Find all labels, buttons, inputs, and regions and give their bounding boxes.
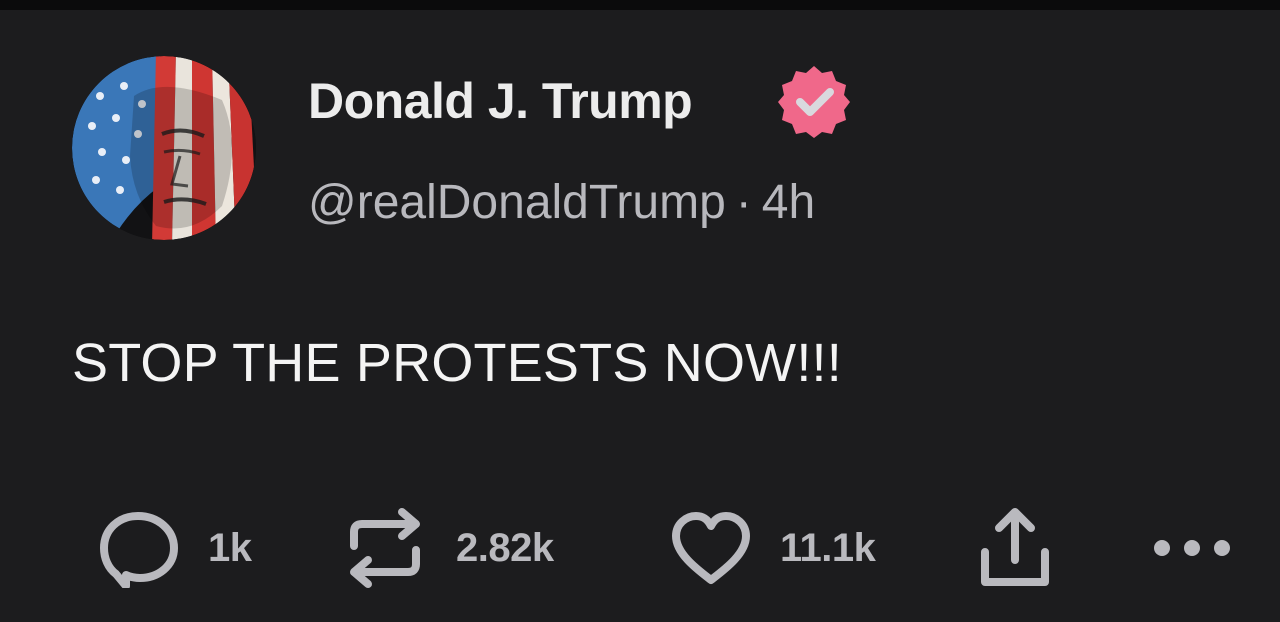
repost-count: 2.82k — [456, 525, 554, 570]
like-button[interactable]: 11.1k — [668, 508, 876, 588]
post-timestamp[interactable]: 4h — [762, 176, 815, 229]
share-icon — [981, 508, 1049, 586]
verified-badge-icon — [776, 64, 852, 140]
flag-face-avatar-icon — [72, 56, 256, 240]
top-edge-bar — [0, 0, 1280, 10]
meta-separator: · — [735, 176, 752, 229]
author-handle[interactable]: @realDonaldTrump — [308, 176, 726, 229]
reply-button[interactable]: 1k — [98, 508, 252, 588]
reply-bubble-icon — [100, 512, 178, 588]
post-text: STOP THE PROTESTS NOW!!! — [72, 333, 842, 393]
like-count: 11.1k — [780, 525, 876, 570]
reply-count: 1k — [208, 525, 252, 570]
author-display-name[interactable]: Donald J. Trump — [308, 66, 693, 136]
more-options-button[interactable] — [1150, 508, 1234, 588]
more-dots-icon — [1154, 540, 1230, 556]
share-button[interactable] — [975, 508, 1055, 588]
heart-icon — [672, 512, 750, 584]
repost-arrows-icon — [350, 508, 420, 588]
repost-button[interactable]: 2.82k — [340, 508, 554, 588]
author-meta: @realDonaldTrump · 4h — [308, 168, 815, 238]
author-avatar[interactable] — [72, 56, 256, 240]
